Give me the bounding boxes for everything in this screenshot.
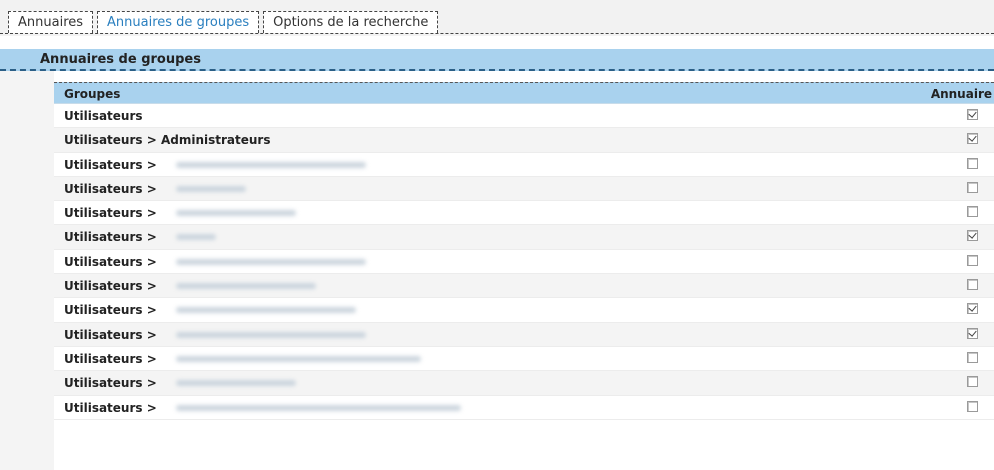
redacted-text: [176, 210, 296, 217]
group-name: Utilisateurs >: [64, 303, 157, 318]
group-name: Utilisateurs > Administrateurs: [64, 133, 271, 148]
group-name: Utilisateurs >: [64, 181, 157, 196]
column-header-annuaire[interactable]: Annuaire: [931, 87, 992, 101]
group-name: Utilisateurs >: [64, 351, 157, 366]
table-body: Utilisateurs Utilisateurs > Administrateu…: [54, 104, 994, 420]
group-name: Utilisateurs >: [64, 376, 157, 391]
annuaire-checkbox[interactable]: [967, 109, 978, 120]
redacted-text: [176, 331, 366, 338]
groups-table: Groupes Annuaire Utilisateurs Utilisateur…: [54, 82, 994, 420]
group-name: Utilisateurs: [64, 109, 143, 123]
annuaire-checkbox[interactable]: [967, 254, 978, 266]
group-name: Utilisateurs >: [64, 327, 157, 342]
group-name: Utilisateurs >: [64, 279, 157, 294]
table-row: Utilisateurs >: [54, 225, 994, 250]
annuaire-checkbox[interactable]: [967, 133, 978, 145]
table-row: Utilisateurs > Administrateurs: [54, 128, 994, 153]
table-header: Groupes Annuaire: [54, 82, 994, 104]
tab-underline: [0, 33, 994, 34]
annuaire-checkbox[interactable]: [967, 376, 978, 388]
group-name: Utilisateurs >: [64, 230, 157, 245]
table-row: Utilisateurs >: [54, 322, 994, 347]
tab-options-de-la-recherche[interactable]: Options de la recherche: [263, 11, 439, 33]
redacted-text: [176, 380, 296, 387]
annuaire-checkbox[interactable]: [967, 206, 978, 218]
column-header-groupes[interactable]: Groupes: [64, 87, 120, 101]
annuaire-checkbox[interactable]: [967, 230, 978, 242]
table-row: Utilisateurs >: [54, 395, 994, 420]
annuaire-checkbox[interactable]: [967, 279, 978, 291]
tab-annuaires[interactable]: Annuaires: [8, 11, 94, 33]
tab-list: Annuaires Annuaires de groupes Options d…: [8, 11, 442, 33]
section-header: Annuaires de groupes: [0, 49, 994, 71]
group-name: Utilisateurs >: [64, 206, 157, 221]
redacted-text: [176, 307, 356, 314]
annuaire-checkbox[interactable]: [967, 157, 978, 169]
table-row: Utilisateurs >: [54, 176, 994, 202]
table-row: Utilisateurs >: [54, 298, 994, 323]
table-row: Utilisateurs >: [54, 152, 994, 177]
table-row: Utilisateurs >: [54, 201, 994, 226]
annuaire-checkbox[interactable]: [967, 327, 978, 339]
table-row: Utilisateurs >: [54, 346, 994, 372]
group-name: Utilisateurs >: [64, 400, 157, 415]
table-row: Utilisateurs >: [54, 274, 994, 299]
redacted-text: [176, 234, 216, 241]
redacted-text: [176, 161, 366, 168]
section-title: Annuaires de groupes: [40, 52, 201, 67]
group-name: Utilisateurs >: [64, 157, 157, 172]
annuaire-checkbox[interactable]: [967, 400, 978, 412]
redacted-text: [176, 185, 246, 192]
table-row: Utilisateurs >: [54, 249, 994, 275]
redacted-text: [176, 355, 421, 362]
redacted-text: [176, 258, 366, 265]
tab-bar: Annuaires Annuaires de groupes Options d…: [0, 0, 994, 36]
annuaire-checkbox[interactable]: [967, 303, 978, 315]
annuaire-checkbox[interactable]: [967, 181, 978, 193]
tab-annuaires-de-groupes[interactable]: Annuaires de groupes: [97, 11, 260, 33]
table-row: Utilisateurs >: [54, 371, 994, 396]
left-gutter: [0, 71, 54, 470]
redacted-text: [176, 283, 316, 290]
table-row: Utilisateurs: [54, 104, 994, 129]
redacted-text: [176, 404, 461, 411]
annuaire-checkbox[interactable]: [967, 351, 978, 363]
group-name: Utilisateurs >: [64, 254, 157, 269]
